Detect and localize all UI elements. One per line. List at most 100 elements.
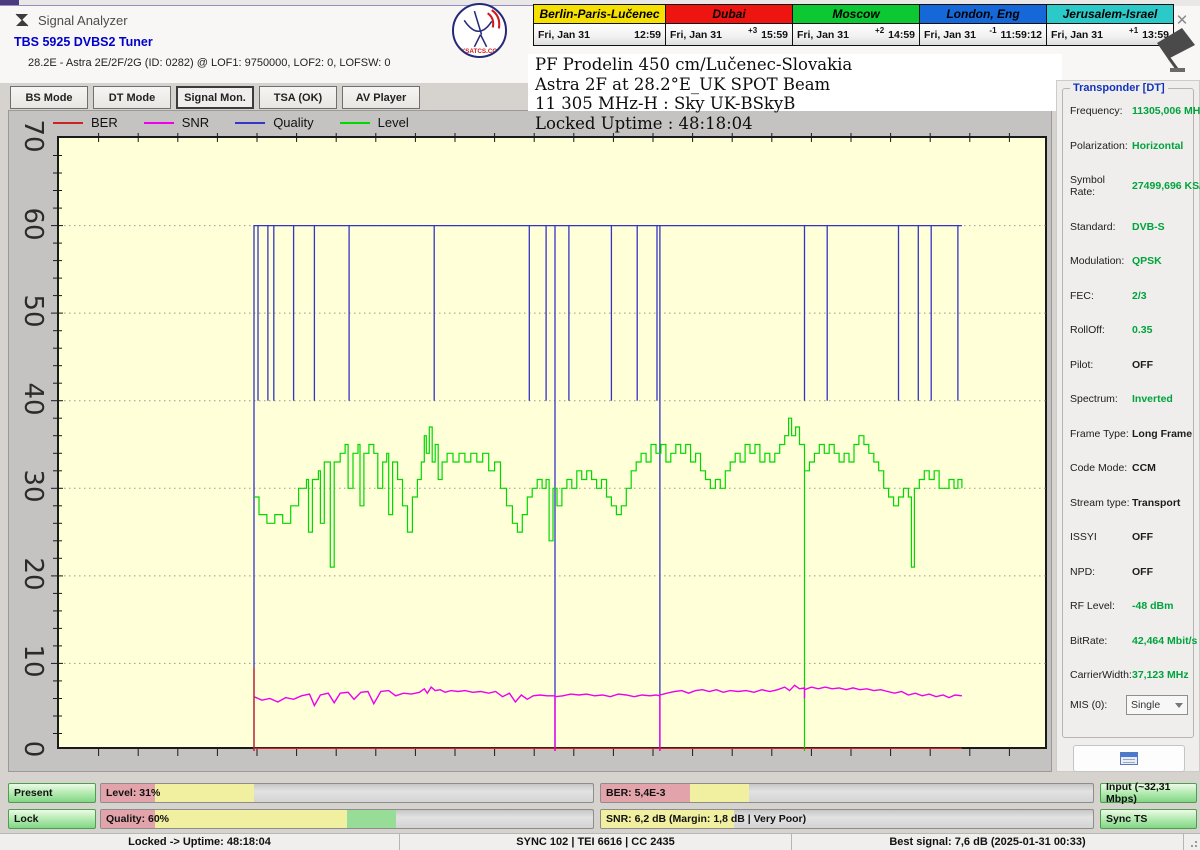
clock-date: Fri, Jan 31: [924, 29, 976, 41]
clock-utc-offset: +1: [1129, 26, 1138, 35]
clock-city: Dubai: [666, 5, 792, 24]
signal-analyzer-window: Signal Analyzer TBS 5925 DVBS2 Tuner 28.…: [0, 0, 1200, 850]
field-label: NPD:: [1070, 566, 1132, 578]
tuner-name: TBS 5925 DVBS2 Tuner: [14, 35, 153, 49]
bar-segment-green: [347, 810, 396, 828]
field-value: CCM: [1132, 462, 1156, 474]
transponder-groupbox: Transponder [DT] Frequency:11305,006 MHz…: [1062, 88, 1194, 738]
chevron-down-icon: [1175, 703, 1183, 708]
field-label: Stream type:: [1070, 497, 1132, 509]
transponder-field: NPD:OFF: [1070, 566, 1191, 578]
bar-label: BER: 5,4E-3: [606, 784, 666, 802]
field-value: 2/3: [1132, 290, 1147, 302]
field-label: Polarization:: [1070, 140, 1132, 152]
world-clock: Berlin-Paris-Lučenec Fri, Jan 31 12:59: [533, 4, 666, 46]
clock-city: Jerusalem-Israel: [1047, 5, 1173, 24]
mode-button-bs-mode[interactable]: BS Mode: [10, 86, 88, 109]
mis-label: MIS (0):: [1070, 699, 1107, 711]
transponder-field: Pilot:OFF: [1070, 359, 1191, 371]
bar-segment-yellow: [690, 784, 749, 802]
legend-swatch-snr: [144, 122, 174, 124]
bar-label: SNR: 6,2 dB (Margin: 1,8 dB | Very Poor): [606, 810, 806, 828]
field-value: 37,123 MHz: [1132, 669, 1189, 681]
transponder-field: ISSYIOFF: [1070, 531, 1191, 543]
legend-swatch-ber: [53, 122, 83, 124]
transponder-field: CarrierWidth:37,123 MHz: [1070, 669, 1191, 681]
field-value: Transport: [1132, 497, 1180, 509]
world-clock: Moscow Fri, Jan 31 +2 14:59: [793, 4, 920, 46]
transponder-field: Spectrum:Inverted: [1070, 393, 1191, 405]
transponder-title: Transponder [DT]: [1070, 82, 1168, 94]
field-label: Frequency:: [1070, 105, 1132, 117]
transponder-panel: Transponder [DT] Frequency:11305,006 MHz…: [1056, 80, 1200, 772]
clock-city: Moscow: [793, 5, 919, 24]
clock-utc-offset: +2: [875, 26, 884, 35]
y-tick-label: 10: [18, 644, 48, 678]
status-best-signal: Best signal: 7,6 dB (2025-01-31 00:33): [792, 834, 1184, 850]
transponder-field: Stream type:Transport: [1070, 497, 1191, 509]
transponder-fields: Frequency:11305,006 MHz Polarization:Hori…: [1070, 105, 1191, 681]
field-value: Horizontal: [1132, 140, 1183, 152]
field-label: Pilot:: [1070, 359, 1132, 371]
legend-item: Level: [340, 115, 409, 130]
window-icon: [1120, 752, 1138, 765]
mode-button-av-player[interactable]: AV Player: [342, 86, 420, 109]
legend-label: Level: [378, 115, 409, 130]
clock-date: Fri, Jan 31: [1051, 29, 1103, 41]
transponder-field: Frame Type:Long Frame: [1070, 428, 1191, 440]
field-value: 0.35: [1132, 324, 1152, 336]
mis-value: Single: [1131, 699, 1160, 711]
y-tick-label: 60: [18, 207, 48, 241]
overlay-line-satellite: Astra 2F at 28.2°E_UK SPOT Beam: [535, 75, 852, 95]
transponder-field: RF Level:-48 dBm: [1070, 600, 1191, 612]
field-label: Spectrum:: [1070, 393, 1132, 405]
legend-label: Quality: [273, 115, 313, 130]
clock-time: 11:59:12: [1001, 29, 1042, 41]
info-overlay: PF Prodelin 450 cm/Lučenec-Slovakia Astr…: [535, 55, 852, 133]
window-title: Signal Analyzer: [38, 13, 128, 28]
mode-button-signal-mon[interactable]: Signal Mon.: [176, 86, 254, 109]
overlay-line-transponder: 11 305 MHz-H : Sky UK-BSkyB: [535, 94, 852, 114]
legend-swatch-level: [340, 122, 370, 124]
transponder-field: FEC:2/3: [1070, 290, 1191, 302]
field-label: RollOff:: [1070, 324, 1132, 336]
lock-badge: Lock: [8, 809, 96, 829]
field-label: ISSYI: [1070, 531, 1132, 543]
mode-button-tsa-ok[interactable]: TSA (OK): [259, 86, 337, 109]
bar-segment-yellow: [155, 810, 347, 828]
y-tick-label: 70: [18, 119, 48, 153]
overlay-line-dish: PF Prodelin 450 cm/Lučenec-Slovakia: [535, 55, 852, 75]
field-value: DVB-S: [1132, 221, 1165, 233]
field-label: Standard:: [1070, 221, 1132, 233]
y-tick-label: 50: [18, 294, 48, 328]
mis-row: MIS (0): Single: [1070, 695, 1188, 715]
world-clock: Dubai Fri, Jan 31 +3 15:59: [666, 4, 793, 46]
field-label: RF Level:: [1070, 600, 1132, 612]
transponder-field: Standard:DVB-S: [1070, 221, 1191, 233]
transponder-field: Code Mode:CCM: [1070, 462, 1191, 474]
field-value: 42,464 Mbit/s: [1132, 635, 1197, 647]
resize-grip[interactable]: [1186, 834, 1200, 850]
transponder-field: Frequency:11305,006 MHz: [1070, 105, 1191, 117]
dxsatcs-logo: DXSATCS.COM: [452, 3, 507, 58]
field-label: Symbol Rate:: [1070, 174, 1132, 198]
sync-ts-badge: Sync TS: [1100, 809, 1197, 829]
clock-bar: Berlin-Paris-Lučenec Fri, Jan 31 12:59Du…: [533, 4, 1174, 46]
field-value: QPSK: [1132, 255, 1162, 267]
mode-button-dt-mode[interactable]: DT Mode: [93, 86, 171, 109]
ts-window-button[interactable]: [1073, 745, 1185, 772]
mis-select[interactable]: Single: [1126, 695, 1188, 715]
y-tick-label: 20: [18, 557, 48, 591]
world-clock: London, Eng Fri, Jan 31 -1 11:59:12: [920, 4, 1047, 46]
field-label: CarrierWidth:: [1070, 669, 1132, 681]
clock-date: Fri, Jan 31: [797, 29, 849, 41]
legend-item: SNR: [144, 115, 209, 130]
clock-utc-offset: -1: [989, 26, 996, 35]
field-value: -48 dBm: [1132, 600, 1173, 612]
transponder-field: Modulation:QPSK: [1070, 255, 1191, 267]
clock-date: Fri, Jan 31: [538, 29, 590, 41]
present-badge: Present: [8, 783, 96, 803]
legend-label: BER: [91, 115, 118, 130]
clock-time: 14:59: [888, 29, 915, 41]
transponder-field: RollOff:0.35: [1070, 324, 1191, 336]
